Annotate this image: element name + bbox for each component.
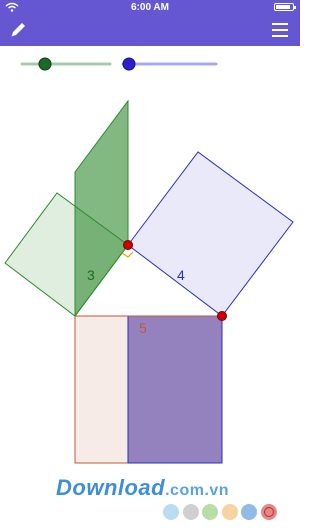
point-vertex[interactable] bbox=[123, 240, 133, 250]
geometry-canvas[interactable]: 3 4 5 bbox=[0, 46, 300, 532]
slider-1-handle[interactable] bbox=[38, 57, 52, 71]
color-swatch-light-green[interactable] bbox=[202, 504, 218, 520]
toolbar bbox=[0, 14, 300, 46]
watermark: Download.com.vn bbox=[56, 475, 229, 501]
purple-rectangle[interactable] bbox=[127, 315, 223, 464]
pencil-icon[interactable] bbox=[8, 20, 28, 40]
color-swatch-grey[interactable] bbox=[182, 504, 199, 520]
status-time: 6:00 AM bbox=[131, 2, 169, 13]
slider-2[interactable] bbox=[121, 57, 218, 71]
point-corner[interactable] bbox=[217, 311, 227, 321]
slider-2-handle[interactable] bbox=[122, 57, 136, 71]
status-bar: 6:00 AM bbox=[0, 0, 300, 14]
battery-icon bbox=[274, 3, 296, 11]
label-blue: 4 bbox=[177, 267, 185, 283]
right-angle-marker bbox=[121, 251, 134, 258]
selected-swatch-indicator bbox=[263, 507, 274, 517]
color-swatch-light-orange[interactable] bbox=[221, 504, 238, 520]
blue-square[interactable] bbox=[127, 151, 294, 317]
watermark-brand: Download bbox=[56, 475, 166, 500]
label-green: 3 bbox=[87, 267, 95, 283]
menu-icon[interactable] bbox=[270, 21, 290, 39]
color-swatch-blue[interactable] bbox=[241, 504, 257, 520]
color-swatch-light-blue[interactable] bbox=[163, 504, 179, 520]
watermark-domain: .com.vn bbox=[165, 482, 230, 499]
color-palette bbox=[0, 503, 300, 521]
label-brown: 5 bbox=[139, 320, 147, 336]
color-swatch-red[interactable] bbox=[260, 504, 277, 520]
green-parallelogram[interactable] bbox=[74, 99, 129, 318]
slider-1[interactable] bbox=[20, 57, 112, 71]
